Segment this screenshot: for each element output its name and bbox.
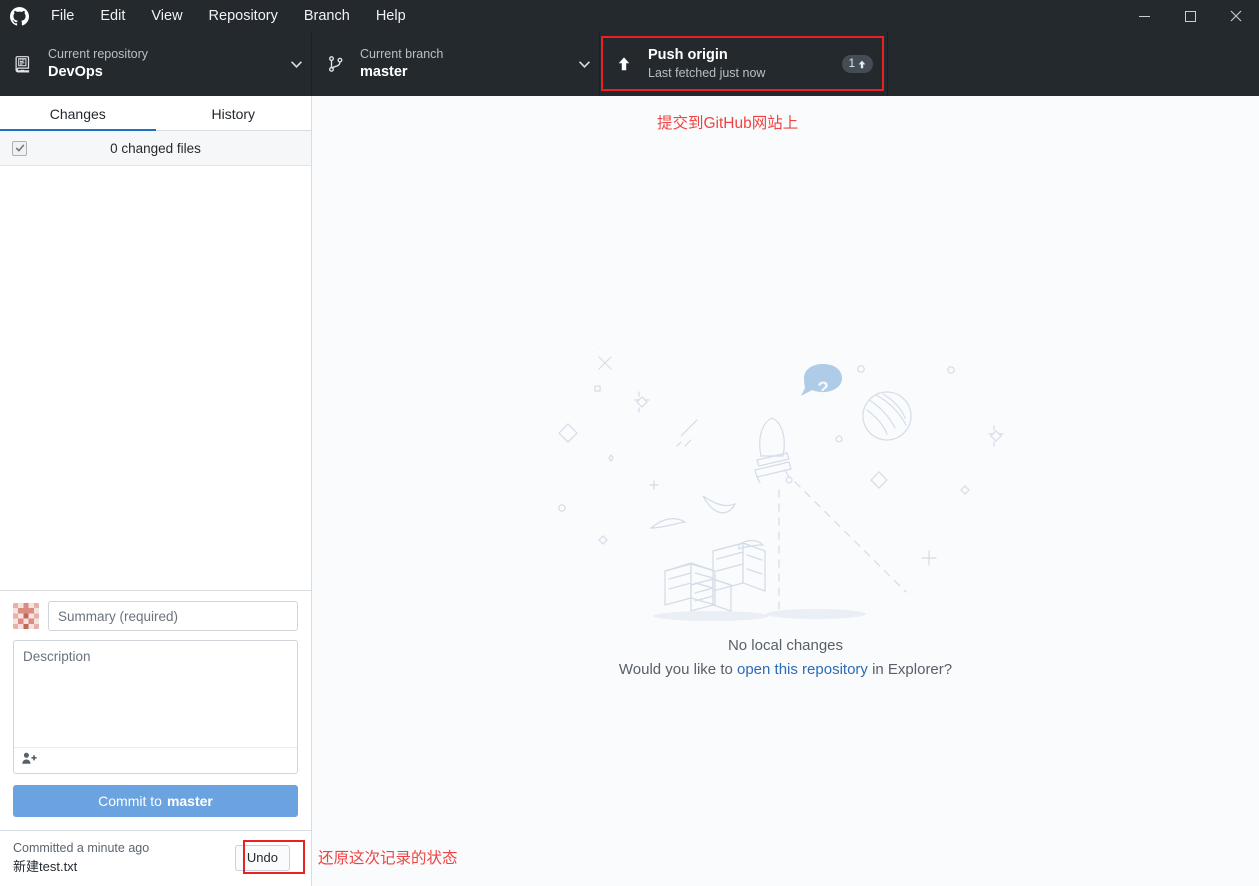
repo-icon xyxy=(0,55,48,73)
open-repository-link[interactable]: open this repository xyxy=(737,661,868,678)
push-origin-annotation-text: 提交到GitHub网站上 xyxy=(657,115,799,132)
branch-label: Current branch xyxy=(360,47,444,61)
tab-changes-label: Changes xyxy=(49,105,106,122)
select-all-checkbox[interactable] xyxy=(12,140,27,156)
commit-description-input[interactable] xyxy=(14,641,297,749)
undo-button[interactable]: Undo xyxy=(234,844,290,871)
minimize-icon[interactable] xyxy=(1121,0,1167,32)
open-repository-prompt: Would you like to open this repository i… xyxy=(619,661,952,678)
prompt-suffix: in Explorer? xyxy=(867,661,953,678)
menu-item-edit[interactable]: Edit xyxy=(87,0,138,32)
branch-icon xyxy=(312,55,360,73)
tab-history-label: History xyxy=(211,105,256,122)
no-changes-blankslate: ? No local changes Would you like to ope… xyxy=(551,348,1021,678)
no-changes-title: No local changes xyxy=(727,637,844,654)
undo-commit-bar: Committed a minute ago 新建test.txt Undo xyxy=(0,830,311,886)
push-origin-button[interactable]: Push origin Last fetched just now 1 xyxy=(600,32,888,96)
repository-text: Current repository DevOps xyxy=(48,46,281,82)
undo-info: Committed a minute ago 新建test.txt xyxy=(13,839,149,876)
branch-value: master xyxy=(360,64,408,80)
push-count-value: 1 xyxy=(848,58,855,70)
menu-item-branch[interactable]: Branch xyxy=(291,0,363,32)
window-controls xyxy=(1121,0,1259,32)
menu-bar: File Edit View Repository Branch Help xyxy=(38,0,419,32)
tab-history[interactable]: History xyxy=(156,96,312,131)
maximize-icon[interactable] xyxy=(1167,0,1213,32)
avatar xyxy=(13,603,39,629)
sidebar: Changes History 0 changed files Summary … xyxy=(0,96,312,886)
github-desktop-window: File Edit View Repository Branch Help Cu… xyxy=(0,0,1259,886)
chevron-down-icon xyxy=(569,60,599,68)
close-icon[interactable] xyxy=(1213,0,1259,32)
commit-button-prefix: Commit to xyxy=(98,793,162,809)
question-bubble-icon: ? xyxy=(800,364,842,400)
menu-item-view[interactable]: View xyxy=(138,0,195,32)
changed-files-header: 0 changed files xyxy=(0,131,311,166)
commit-button-branch: master xyxy=(166,793,213,809)
arrow-up-small-icon xyxy=(858,60,866,68)
commit-message-text: 新建test.txt xyxy=(13,859,78,874)
chevron-down-icon xyxy=(281,60,311,68)
push-count-badge: 1 xyxy=(841,55,873,73)
sidebar-tabs: Changes History xyxy=(0,96,312,132)
toolbar: Current repository DevOps Current branch xyxy=(0,32,1259,96)
commit-to-master-button[interactable]: Commit to master xyxy=(13,785,298,817)
space-rocket-no-changes-illustration: ? xyxy=(557,348,1004,621)
summary-row xyxy=(13,601,298,631)
changed-files-count: 0 changed files xyxy=(110,140,201,156)
tab-changes[interactable]: Changes xyxy=(0,96,156,132)
add-coauthor-icon[interactable] xyxy=(22,752,38,770)
repository-value: DevOps xyxy=(48,64,103,80)
commit-description-wrapper xyxy=(13,640,298,774)
undo-annotation-text: 还原这次记录的状态 xyxy=(318,850,458,867)
menu-item-help[interactable]: Help xyxy=(363,0,419,32)
commit-status-text: Committed a minute ago xyxy=(13,841,150,855)
current-repository-button[interactable]: Current repository DevOps xyxy=(0,32,312,96)
changed-file-list[interactable] xyxy=(0,166,311,590)
github-mark-icon xyxy=(0,6,38,26)
prompt-prefix: Would you like to xyxy=(618,661,737,678)
commit-summary-input[interactable] xyxy=(48,601,298,631)
svg-text:?: ? xyxy=(817,379,829,400)
menu-item-repository[interactable]: Repository xyxy=(196,0,291,32)
current-branch-button[interactable]: Current branch master xyxy=(312,32,600,96)
main-content: ? No local changes Would you like to ope… xyxy=(312,96,1259,886)
arrow-up-icon xyxy=(600,56,648,72)
branch-text: Current branch master xyxy=(360,46,569,82)
coauthor-bar xyxy=(14,747,297,773)
repository-label: Current repository xyxy=(48,47,149,61)
main-body: Changes History 0 changed files Summary … xyxy=(0,96,1259,886)
commit-form: Commit to master xyxy=(0,590,311,830)
menu-item-file[interactable]: File xyxy=(38,0,87,32)
title-bar: File Edit View Repository Branch Help xyxy=(0,0,1259,32)
